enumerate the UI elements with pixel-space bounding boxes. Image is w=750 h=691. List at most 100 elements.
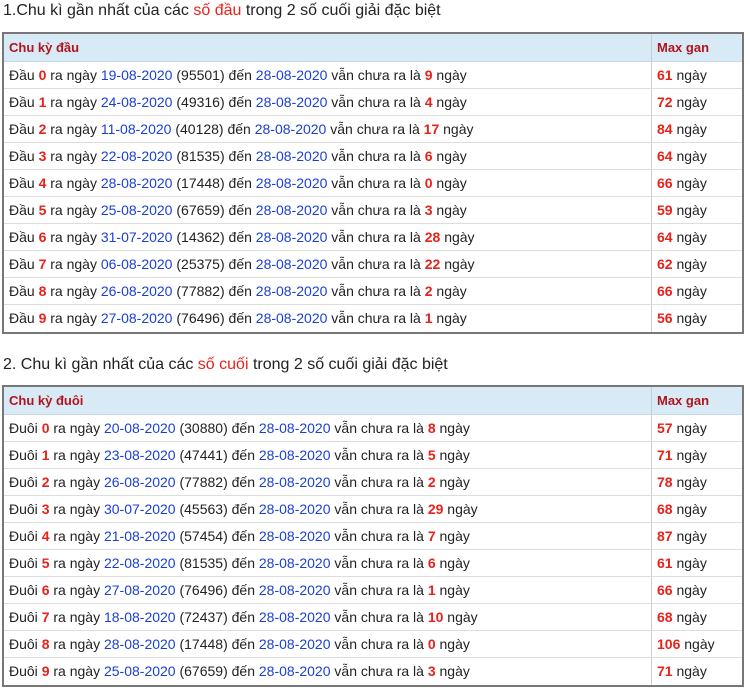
table-row: Đầu 1 ra ngày 24-08-2020 (49316) đến 28-…	[4, 89, 742, 116]
table-row: Đuôi 9 ra ngày 25-08-2020 (67659) đến 28…	[4, 658, 742, 685]
ra-ngay-text: ra ngày	[50, 175, 97, 191]
ngay-text: ngày	[436, 283, 467, 299]
ra-ngay-text: ra ngày	[50, 202, 97, 218]
prize-code: (47441)	[179, 447, 228, 463]
max-gan-value: 68	[657, 609, 673, 625]
van-chua-text: vẫn chưa ra là	[334, 663, 424, 679]
max-gan-value: 66	[657, 175, 673, 191]
table-row: Đầu 9 ra ngày 27-08-2020 (76496) đến 28-…	[4, 305, 742, 332]
prize-code: (25375)	[176, 256, 225, 272]
ra-ngay-text: ra ngày	[53, 447, 101, 463]
max-gan-value: 66	[657, 582, 673, 598]
end-date: 28-08-2020	[255, 310, 328, 326]
ra-ngay-text: ra ngày	[50, 256, 97, 272]
max-gan-cell: 84 ngày	[652, 116, 742, 142]
table-row: Đuôi 2 ra ngày 26-08-2020 (77882) đến 28…	[4, 469, 742, 496]
end-date: 28-08-2020	[258, 555, 331, 571]
cycle-cell: Đuôi 8 ra ngày 28-08-2020 (17448) đến 28…	[4, 631, 652, 657]
van-chua-text: vẫn chưa ra là	[331, 256, 421, 272]
ngay-text: ngày	[436, 94, 467, 110]
row-digit: 8	[38, 283, 47, 299]
ra-ngay-text: ra ngày	[53, 609, 101, 625]
den-text: đến	[231, 420, 255, 436]
ra-ngay-text: ra ngày	[50, 121, 97, 137]
ra-ngay-text: ra ngày	[53, 528, 101, 544]
end-date: 28-08-2020	[258, 609, 331, 625]
max-gan-value: 57	[657, 420, 673, 436]
head-cycle-table: Chu kỳ đầu Max gan Đầu 0 ra ngày 19-08-2…	[2, 32, 744, 334]
prize-code: (76496)	[176, 310, 225, 326]
end-date: 28-08-2020	[258, 636, 331, 652]
ngay-text: ngày	[676, 420, 707, 436]
table-row: Đuôi 0 ra ngày 20-08-2020 (30880) đến 28…	[4, 415, 742, 442]
van-chua-text: vẫn chưa ra là	[331, 94, 421, 110]
days-count: 22	[424, 256, 441, 272]
days-count: 29	[427, 501, 444, 517]
section-1-title-highlight: số đầu	[193, 2, 242, 19]
row-digit: 0	[41, 420, 50, 436]
ngay-text: ngày	[676, 310, 707, 326]
header-cycle: Chu kỳ đuôi	[4, 387, 652, 414]
end-date: 28-08-2020	[254, 121, 327, 137]
den-text: đến	[231, 447, 255, 463]
days-count: 2	[424, 283, 433, 299]
ngay-text: ngày	[439, 420, 470, 436]
table-row: Đầu 7 ra ngày 06-08-2020 (25375) đến 28-…	[4, 251, 742, 278]
row-label: Đuôi	[9, 447, 38, 463]
cycle-cell: Đầu 7 ra ngày 06-08-2020 (25375) đến 28-…	[4, 251, 652, 277]
ngay-text: ngày	[447, 501, 478, 517]
ra-ngay-text: ra ngày	[53, 636, 101, 652]
ngay-text: ngày	[676, 256, 707, 272]
row-digit: 9	[41, 663, 50, 679]
end-date: 28-08-2020	[255, 94, 328, 110]
end-date: 28-08-2020	[258, 663, 331, 679]
ngay-text: ngày	[439, 582, 470, 598]
row-label: Đầu	[9, 67, 35, 83]
max-gan-cell: 71 ngày	[652, 442, 742, 468]
last-date: 24-08-2020	[100, 94, 173, 110]
end-date: 28-08-2020	[255, 283, 328, 299]
prize-code: (57454)	[179, 528, 228, 544]
row-digit: 4	[38, 175, 47, 191]
last-date: 25-08-2020	[103, 663, 176, 679]
max-gan-cell: 61 ngày	[652, 62, 742, 88]
ngay-text: ngày	[436, 310, 467, 326]
row-label: Đuôi	[9, 663, 38, 679]
days-count: 9	[424, 67, 433, 83]
cycle-cell: Đầu 6 ra ngày 31-07-2020 (14362) đến 28-…	[4, 224, 652, 250]
section-1-title-pre: 1.Chu kì gần nhất của các	[3, 2, 194, 19]
cycle-cell: Đầu 8 ra ngày 26-08-2020 (77882) đến 28-…	[4, 278, 652, 304]
prize-code: (17448)	[179, 636, 228, 652]
row-digit: 1	[38, 94, 47, 110]
row-digit: 7	[38, 256, 47, 272]
end-date: 28-08-2020	[255, 148, 328, 164]
row-label: Đuôi	[9, 636, 38, 652]
table-row: Đuôi 6 ra ngày 27-08-2020 (76496) đến 28…	[4, 577, 742, 604]
row-digit: 3	[41, 501, 50, 517]
den-text: đến	[228, 148, 252, 164]
max-gan-cell: 66 ngày	[652, 170, 742, 196]
row-digit: 5	[38, 202, 47, 218]
table-row: Đuôi 3 ra ngày 30-07-2020 (45563) đến 28…	[4, 496, 742, 523]
max-gan-value: 61	[657, 67, 673, 83]
max-gan-value: 66	[657, 283, 673, 299]
cycle-cell: Đầu 5 ra ngày 25-08-2020 (67659) đến 28-…	[4, 197, 652, 223]
prize-code: (30880)	[179, 420, 228, 436]
days-count: 17	[423, 121, 440, 137]
ngay-text: ngày	[436, 148, 467, 164]
cycle-cell: Đuôi 1 ra ngày 23-08-2020 (47441) đến 28…	[4, 442, 652, 468]
end-date: 28-08-2020	[258, 501, 331, 517]
cycle-cell: Đầu 4 ra ngày 28-08-2020 (17448) đến 28-…	[4, 170, 652, 196]
table-header-row: Chu kỳ đuôi Max gan	[4, 387, 742, 415]
ngay-text: ngày	[676, 67, 707, 83]
row-label: Đuôi	[9, 582, 38, 598]
last-date: 22-08-2020	[100, 148, 173, 164]
ngay-text: ngày	[676, 474, 707, 490]
den-text: đến	[228, 283, 252, 299]
ngay-text: ngày	[676, 501, 707, 517]
ngay-text: ngày	[676, 555, 707, 571]
ra-ngay-text: ra ngày	[50, 310, 97, 326]
ra-ngay-text: ra ngày	[53, 474, 101, 490]
van-chua-text: vẫn chưa ra là	[330, 121, 420, 137]
section-2-heading: 2. Chu kì gần nhất của các số cuối trong…	[0, 355, 448, 375]
